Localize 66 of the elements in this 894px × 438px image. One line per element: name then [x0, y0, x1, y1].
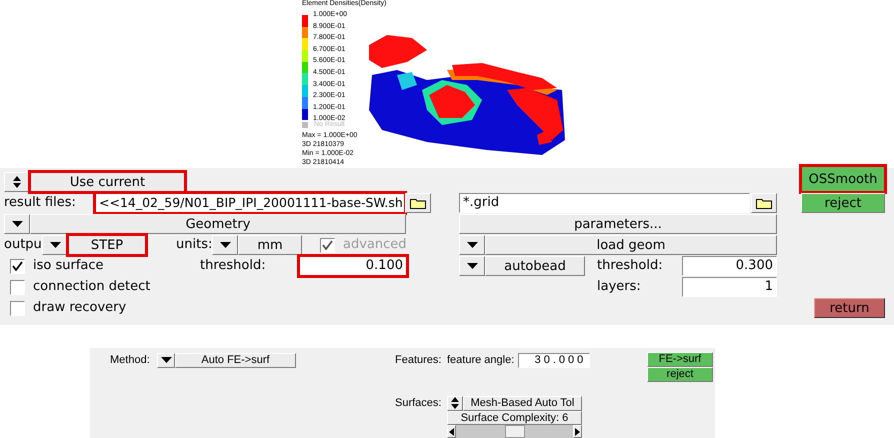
no-result-swatch-icon	[302, 122, 308, 128]
spin-button[interactable]	[447, 396, 463, 410]
browse-button[interactable]	[751, 193, 777, 213]
threshold-field[interactable]: 0.300	[682, 256, 777, 276]
complexity-label: Surface Complexity: 6	[447, 411, 582, 425]
dropdown-arrow-icon	[50, 242, 60, 248]
autobead-button[interactable]: autobead	[485, 256, 585, 276]
checkbox-label: draw recovery	[33, 299, 126, 318]
dropdown-button[interactable]	[459, 235, 485, 255]
scroll-right-button[interactable]	[573, 425, 582, 438]
dropdown-arrow-icon	[466, 242, 478, 248]
layers-field[interactable]: 1	[682, 277, 777, 297]
checkbox[interactable]	[10, 300, 25, 316]
checkbox[interactable]	[10, 258, 25, 274]
field-label: outpu	[4, 236, 42, 254]
dropdown-button[interactable]	[212, 235, 238, 255]
dropdown-button[interactable]	[157, 352, 175, 368]
checkbox-label: connection detect	[33, 278, 150, 296]
dropdown-button[interactable]	[42, 235, 68, 255]
browse-button[interactable]	[405, 193, 431, 213]
slider-thumb[interactable]	[504, 425, 524, 438]
field-label: result files:	[4, 194, 77, 212]
threshold-field[interactable]: 0.100	[299, 256, 407, 276]
check-icon	[12, 261, 23, 271]
step-button[interactable]: STEP	[68, 235, 146, 255]
dropdown-arrow-icon	[12, 221, 22, 227]
geometry-button[interactable]: Geometry	[30, 214, 406, 234]
field-label: Method:	[110, 352, 151, 368]
units-button[interactable]: mm	[238, 235, 302, 255]
method-button[interactable]: Auto FE->surf	[175, 352, 296, 368]
return-button[interactable]: return	[814, 298, 885, 318]
folder-icon	[756, 198, 772, 208]
field-label: feature angle:	[447, 352, 514, 368]
parameters-button[interactable]: parameters...	[459, 214, 777, 234]
left-arrow-icon	[449, 428, 454, 436]
dropdown-arrow-icon	[220, 242, 230, 248]
checkbox[interactable]	[10, 280, 25, 294]
dropdown-button[interactable]	[459, 256, 485, 276]
angle-field[interactable]: 30.000	[518, 352, 590, 368]
spin-button[interactable]	[4, 172, 30, 192]
action-button[interactable]: reject	[801, 193, 885, 213]
field-label: threshold:	[596, 257, 664, 276]
up-down-arrows-icon	[13, 176, 21, 188]
field-label: Surfaces:	[395, 396, 442, 411]
checkbox-label: advanced	[343, 236, 407, 254]
load-geom-button[interactable]: load geom	[485, 235, 777, 255]
right-arrow-icon	[575, 428, 580, 436]
check-icon	[322, 240, 333, 250]
file-path-field[interactable]: <<14_02_59/N01_BIP_IPI_20001111-base-SW.sh	[95, 193, 405, 213]
file-filter-field[interactable]: *.grid	[459, 193, 750, 213]
action-button[interactable]: FE->surf	[647, 352, 713, 367]
field-label: Features:	[395, 352, 442, 368]
action-button[interactable]: OSSmooth	[801, 166, 885, 192]
dropdown-arrow-icon	[466, 263, 478, 269]
action-button[interactable]: reject	[647, 367, 713, 382]
folder-icon	[410, 198, 426, 208]
scroll-left-button[interactable]	[447, 425, 456, 438]
field-label: units:	[176, 236, 212, 254]
field-label: threshold:	[200, 257, 267, 276]
dropdown-button[interactable]	[4, 214, 30, 234]
use-current-button[interactable]: Use current	[30, 172, 185, 192]
field-label: layers:	[596, 278, 642, 296]
dropdown-arrow-icon	[160, 357, 172, 363]
checkbox-label: iso surface	[33, 257, 104, 276]
up-down-arrows-icon	[451, 397, 459, 409]
tolerance-button[interactable]: Mesh-Based Auto Tol	[463, 396, 582, 410]
